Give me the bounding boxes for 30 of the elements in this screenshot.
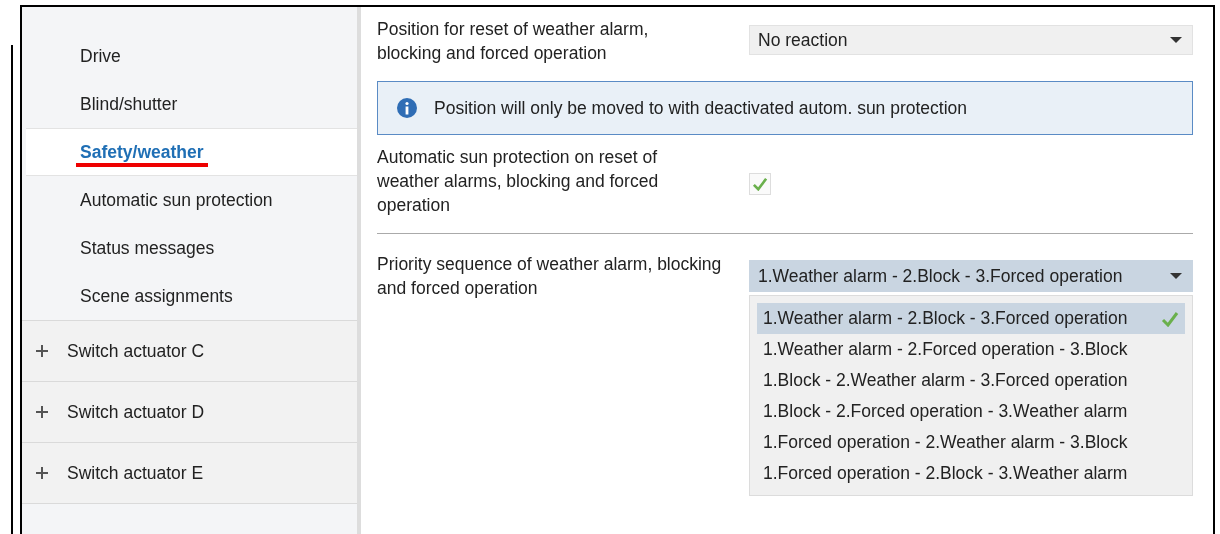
- caret-icon: [1170, 272, 1182, 280]
- sidebar-group[interactable]: Switch actuator C: [22, 320, 357, 381]
- dropdown-option[interactable]: 1.Block - 2.Forced operation - 3.Weather alarm: [757, 396, 1185, 427]
- sidebar-item[interactable]: Status messages: [22, 224, 357, 272]
- checkbox[interactable]: [749, 173, 771, 195]
- expand-icon[interactable]: [35, 344, 49, 358]
- caret-icon: [1170, 36, 1182, 44]
- expand-icon[interactable]: [35, 405, 49, 419]
- dropdown-option[interactable]: 1.Forced operation - 2.Block - 3.Weather alarm: [757, 458, 1185, 489]
- info-text: Position will only be moved to with deactivated autom. sun protection: [434, 97, 968, 119]
- dropdown-option[interactable]: 1.Forced operation - 2.Weather alarm - 3.Block: [757, 427, 1185, 458]
- sidebar-item[interactable]: Automatic sun protection: [22, 176, 357, 224]
- setting-label: Automatic sun protection on reset of weather alarms, blocking and forced operation: [377, 146, 660, 217]
- sidebar-group[interactable]: Switch actuator D: [22, 381, 357, 442]
- setting-label: Priority sequence of weather alarm, blocking and forced operation: [377, 253, 723, 300]
- sidebar-item[interactable]: Drive: [22, 32, 357, 80]
- check-icon: [1161, 310, 1179, 327]
- sidebar-item[interactable]: Blind/shutter: [22, 80, 357, 128]
- sidebar-group[interactable]: Switch actuator E: [22, 442, 357, 503]
- check-icon: [752, 177, 768, 191]
- expand-icon[interactable]: [35, 466, 49, 480]
- dropdown-option[interactable]: 1.Weather alarm - 2.Forced operation - 3.Block: [757, 334, 1185, 365]
- setting-label: Position for reset of weather alarm, blocking and forced operation: [377, 18, 650, 65]
- info-icon: [396, 97, 418, 119]
- sidebar-item[interactable]: Safety/weather: [26, 128, 357, 176]
- dropdown-option[interactable]: 1.Block - 2.Weather alarm - 3.Forced operation: [757, 365, 1185, 396]
- sidebar-item[interactable]: Scene assignments: [22, 272, 357, 320]
- dropdown[interactable]: No reaction: [749, 25, 1193, 55]
- dropdown-option[interactable]: 1.Weather alarm - 2.Block - 3.Forced operation: [757, 303, 1185, 334]
- dropdown[interactable]: 1.Weather alarm - 2.Block - 3.Forced operation: [749, 260, 1193, 292]
